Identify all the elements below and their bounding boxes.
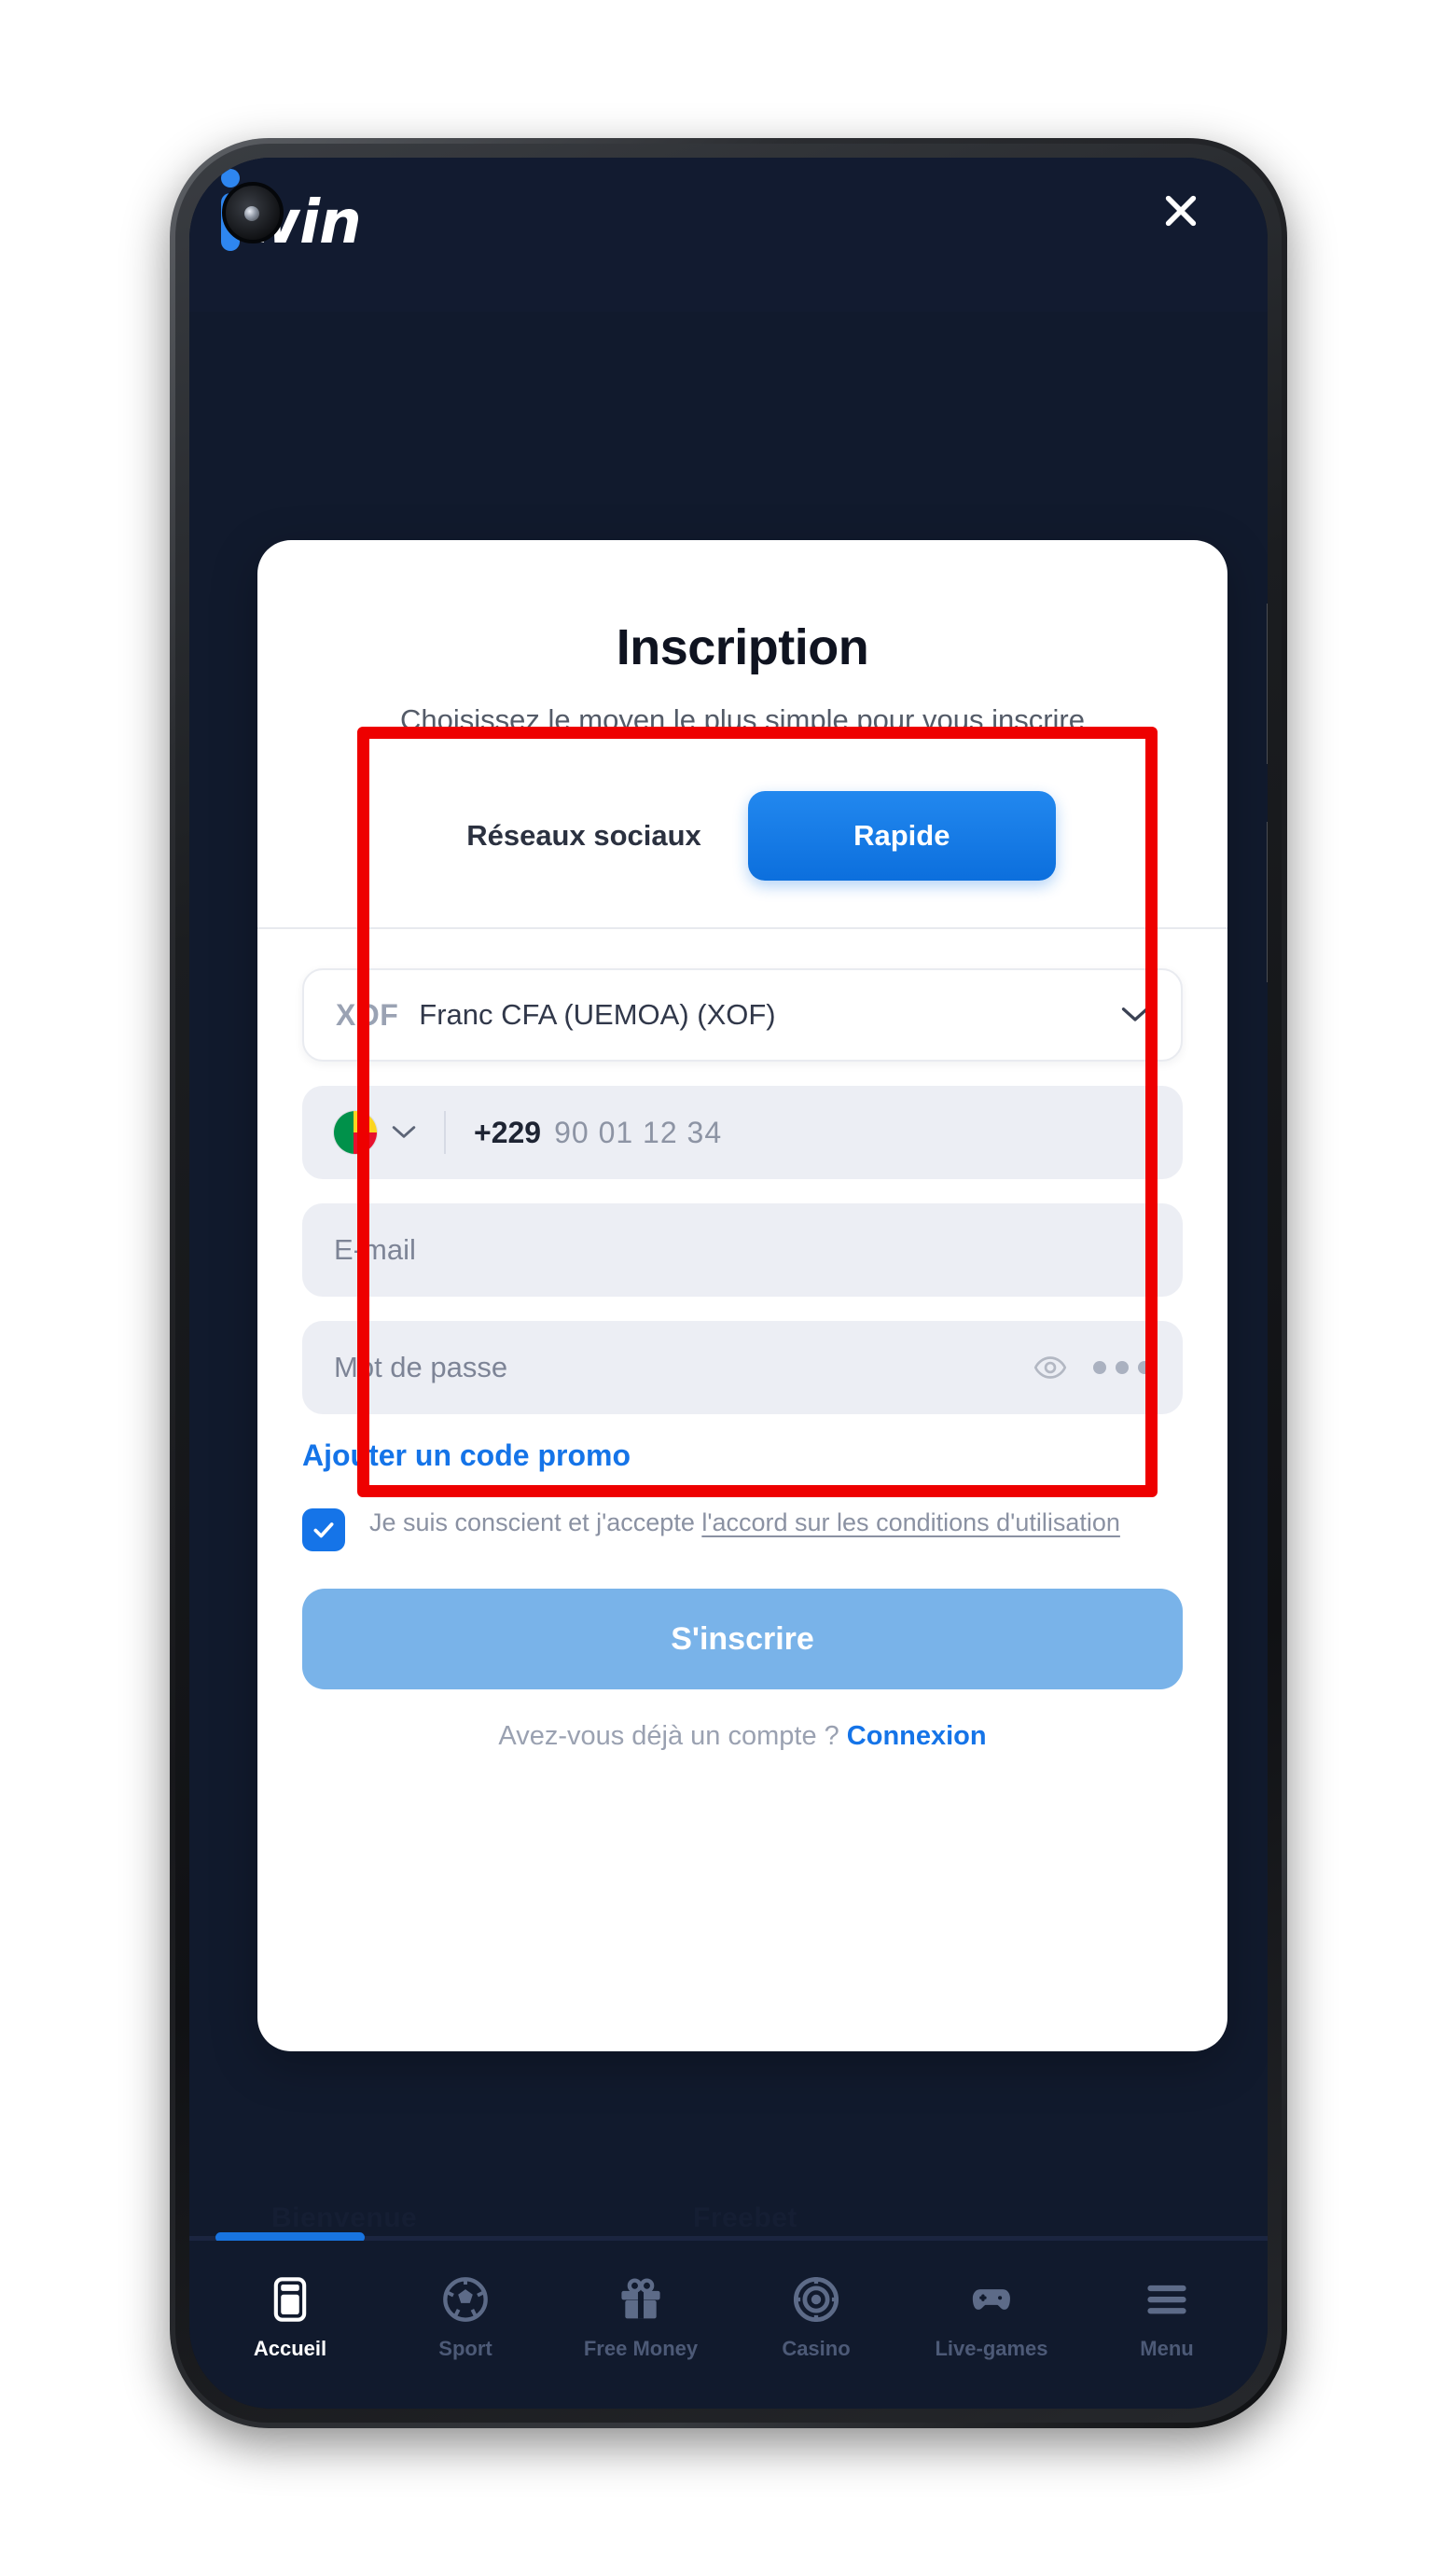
- close-button[interactable]: [1154, 184, 1208, 238]
- nav-label-menu: Menu: [1140, 2336, 1194, 2360]
- gift-icon: [617, 2274, 665, 2325]
- tab-rapide[interactable]: Rapide: [747, 791, 1056, 882]
- currency-select[interactable]: XOF Franc CFA (UEMOA) (XOF): [302, 968, 1183, 1063]
- nav-label-live-games: Live-games: [935, 2336, 1048, 2360]
- phone-input[interactable]: 90 01 12 34: [554, 1116, 722, 1150]
- phone-bezel: win Bienvenue Freebet Inscription Choisi…: [175, 144, 1282, 2423]
- nav-item-sport[interactable]: Sport: [387, 2274, 544, 2361]
- nav-item-live-games[interactable]: Live-games: [913, 2274, 1070, 2361]
- email-field[interactable]: E-mail: [302, 1203, 1183, 1298]
- terms-prefix: Je suis conscient et j'accepte: [369, 1508, 702, 1537]
- login-prompt-text: Avez-vous déjà un compte ?: [498, 1721, 839, 1752]
- casino-chip-icon: [792, 2274, 840, 2325]
- modal-subtitle: Choisissez le moyen le plus simple pour …: [400, 703, 1085, 736]
- mobile-phone-icon: [266, 2274, 314, 2325]
- modal-header: Inscription Choisissez le moyen le plus …: [257, 540, 1227, 739]
- three-dots-icon: [1138, 1361, 1151, 1375]
- login-link[interactable]: Connexion: [847, 1721, 987, 1751]
- nav-label-free-money: Free Money: [583, 2336, 699, 2360]
- phone-screen: win Bienvenue Freebet Inscription Choisi…: [189, 158, 1268, 2409]
- nav-label-sport: Sport: [438, 2336, 492, 2360]
- nav-label-casino: Casino: [782, 2336, 851, 2360]
- chevron-down-icon[interactable]: [392, 1125, 416, 1140]
- chevron-down-icon: [1121, 1007, 1149, 1021]
- background-text-left: Bienvenue: [271, 2202, 418, 2233]
- hamburger-icon: [1143, 2274, 1191, 2325]
- submit-button[interactable]: S'inscrire: [302, 1589, 1183, 1690]
- three-dots-icon: [1116, 1361, 1129, 1375]
- tab-social-networks[interactable]: Réseaux sociaux: [429, 791, 739, 881]
- camera-punch-hole: [222, 182, 284, 243]
- login-prompt-row: Avez-vous déjà un compte ? Connexion: [302, 1721, 1183, 1752]
- generate-password-button[interactable]: [1093, 1361, 1151, 1375]
- terms-row: Je suis conscient et j'accepte l'accord …: [302, 1505, 1183, 1552]
- registration-form: XOF Franc CFA (UEMOA) (XOF) +229 90 01 1…: [257, 929, 1227, 1752]
- terms-checkbox[interactable]: [302, 1508, 345, 1552]
- check-icon: [313, 1522, 334, 1538]
- nav-item-free-money[interactable]: Free Money: [562, 2274, 719, 2361]
- eye-icon[interactable]: [1033, 1351, 1067, 1384]
- signup-method-tabs: Réseaux sociaux Rapide: [257, 791, 1227, 882]
- phone-dial-code: +229: [474, 1115, 542, 1149]
- phone-frame: win Bienvenue Freebet Inscription Choisi…: [170, 138, 1287, 2428]
- terms-link[interactable]: l'accord sur les conditions d'utilisatio…: [701, 1508, 1120, 1536]
- registration-modal: Inscription Choisissez le moyen le plus …: [257, 540, 1227, 2051]
- three-dots-icon: [1093, 1361, 1106, 1375]
- add-promo-code-link[interactable]: Ajouter un code promo: [302, 1438, 1183, 1473]
- gamepad-icon: [967, 2274, 1016, 2325]
- benin-flag-icon: [334, 1111, 377, 1155]
- nav-item-accueil[interactable]: Accueil: [212, 2274, 368, 2361]
- close-icon: [1165, 195, 1197, 227]
- background-text-right: Freebet: [693, 2202, 797, 2233]
- nav-item-casino[interactable]: Casino: [738, 2274, 894, 2361]
- terms-text: Je suis conscient et j'accepte l'accord …: [369, 1505, 1120, 1540]
- nav-item-menu[interactable]: Menu: [1089, 2274, 1245, 2361]
- currency-code: XOF: [336, 997, 399, 1032]
- app-topbar: win: [189, 158, 1268, 312]
- phone-input-row[interactable]: +229 90 01 12 34: [302, 1086, 1183, 1180]
- app-root: win Bienvenue Freebet Inscription Choisi…: [189, 158, 1268, 2409]
- page-title: Inscription: [616, 619, 869, 675]
- currency-name: Franc CFA (UEMOA) (XOF): [419, 998, 776, 1032]
- soccer-ball-icon: [441, 2274, 490, 2325]
- volume-up-button[interactable]: [1267, 604, 1268, 764]
- volume-down-button[interactable]: [1267, 822, 1268, 982]
- password-field[interactable]: Mot de passe: [302, 1321, 1183, 1415]
- bottom-navigation: Accueil Sport Free Money Casino Live-gam…: [189, 2241, 1268, 2409]
- password-placeholder: Mot de passe: [334, 1351, 508, 1384]
- nav-label-accueil: Accueil: [253, 2336, 327, 2360]
- phone-divider: [444, 1111, 446, 1155]
- email-placeholder: E-mail: [334, 1233, 416, 1267]
